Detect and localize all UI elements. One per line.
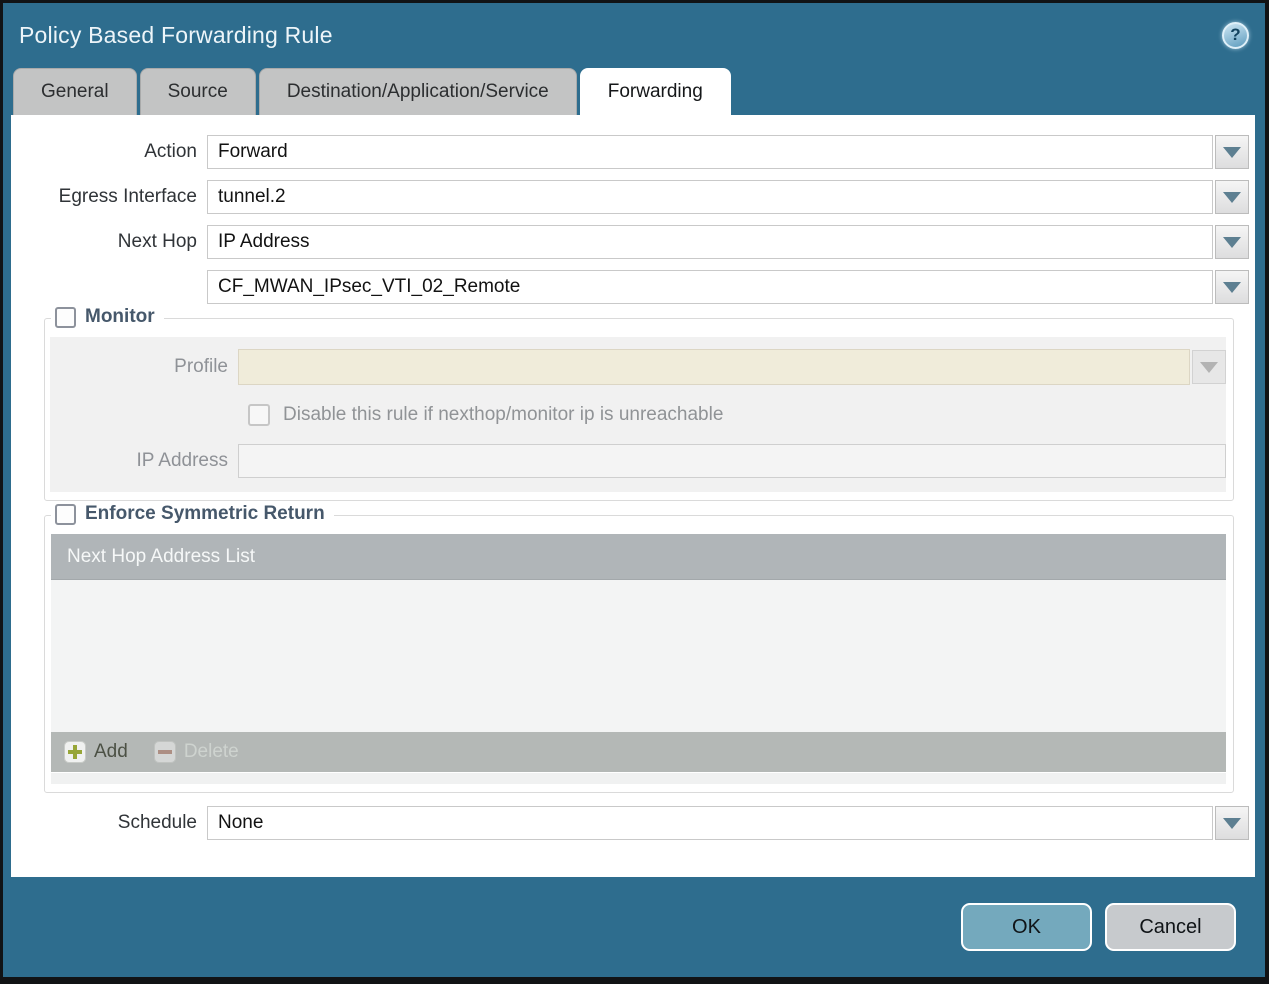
add-button[interactable]: Add [64,741,128,763]
dialog-title: Policy Based Forwarding Rule [19,21,333,48]
tab-destination-application-service[interactable]: Destination/Application/Service [258,68,577,115]
chevron-down-icon [1223,281,1241,293]
profile-row: Profile [50,349,1226,385]
disable-rule-checkbox-label: Disable this rule if nexthop/monitor ip … [283,403,724,425]
monitor-ip-address-input-disabled [238,444,1226,478]
profile-select-disabled [238,349,1190,385]
ok-button[interactable]: OK [961,903,1092,951]
next-hop-type-select[interactable]: IP Address [207,225,1213,259]
next-hop-address-row: CF_MWAN_IPsec_VTI_02_Remote [11,270,1255,304]
dialog-titlebar: Policy Based Forwarding Rule ? [3,3,1265,67]
disable-rule-checkbox-row: Disable this rule if nexthop/monitor ip … [248,402,1226,427]
forwarding-tab-panel: Action Forward Egress Interface tunnel.2… [11,115,1255,877]
next-hop-row: Next Hop IP Address [11,225,1255,259]
action-select[interactable]: Forward [207,135,1213,169]
tab-source[interactable]: Source [139,68,256,115]
screen: Policy Based Forwarding Rule ? General S… [0,0,1269,984]
action-row: Action Forward [11,135,1255,169]
tab-bar: General Source Destination/Application/S… [3,67,1265,115]
tab-forwarding[interactable]: Forwarding [579,68,731,115]
next-hop-address-list-header: Next Hop Address List [51,534,1226,580]
delete-button-label: Delete [183,741,239,762]
action-dropdown-button[interactable] [1215,135,1249,169]
monitor-ip-address-row: IP Address [50,444,1226,478]
monitor-ip-address-label: IP Address [136,450,228,471]
delete-button-disabled: Delete [153,741,239,763]
monitor-panel: Profile Disable this rule if nexthop/mon… [50,337,1226,492]
profile-label: Profile [174,356,228,377]
next-hop-address-list-toolbar: Add Delete [51,732,1226,772]
monitor-legend: Monitor [51,306,164,328]
add-button-label: Add [94,741,128,762]
cancel-button[interactable]: Cancel [1105,903,1236,951]
profile-dropdown-button-disabled [1192,350,1226,384]
schedule-label: Schedule [117,812,197,833]
egress-interface-row: Egress Interface tunnel.2 [11,180,1255,214]
next-hop-address-list-body[interactable] [51,580,1226,732]
disable-rule-checkbox-disabled [248,403,270,426]
next-hop-address-select[interactable]: CF_MWAN_IPsec_VTI_02_Remote [207,270,1213,304]
minus-icon [153,741,176,763]
schedule-dropdown-button[interactable] [1215,806,1249,840]
tab-forwarding-label: Forwarding [607,81,703,102]
dialog-footer: OK Cancel [3,877,1265,977]
monitor-fieldset: Monitor Profile Disable this rule if nex… [44,306,1234,501]
egress-interface-label: Egress Interface [58,186,197,207]
next-hop-address-list-table: Next Hop Address List Add Delete [51,534,1226,784]
monitor-legend-label: Monitor [85,306,155,327]
pbf-rule-dialog: Policy Based Forwarding Rule ? General S… [3,3,1265,977]
enforce-symmetric-return-legend-label: Enforce Symmetric Return [85,503,325,524]
enforce-symmetric-return-legend: Enforce Symmetric Return [51,503,334,525]
schedule-select[interactable]: None [207,806,1213,840]
tab-destination-label: Destination/Application/Service [286,81,549,102]
help-icon[interactable]: ? [1222,21,1249,49]
tab-source-label: Source [167,81,228,102]
tab-general[interactable]: General [13,68,137,115]
schedule-row: Schedule None [11,806,1255,840]
chevron-down-icon [1223,146,1241,158]
monitor-checkbox[interactable] [55,306,76,328]
table-scroll-strip [51,773,1226,784]
egress-interface-select[interactable]: tunnel.2 [207,180,1213,214]
action-label: Action [144,141,197,162]
chevron-down-icon [1223,817,1241,829]
chevron-down-icon [1223,236,1241,248]
tab-general-label: General [41,81,109,102]
next-hop-address-list-header-label: Next Hop Address List [67,545,255,567]
egress-interface-dropdown-button[interactable] [1215,180,1249,214]
next-hop-label: Next Hop [117,231,197,252]
enforce-symmetric-return-fieldset: Enforce Symmetric Return Next Hop Addres… [44,503,1234,793]
chevron-down-icon [1223,191,1241,203]
enforce-symmetric-return-checkbox[interactable] [55,503,76,525]
next-hop-address-dropdown-button[interactable] [1215,270,1249,304]
plus-icon [64,741,86,763]
next-hop-type-dropdown-button[interactable] [1215,225,1249,259]
chevron-down-icon [1200,361,1218,373]
